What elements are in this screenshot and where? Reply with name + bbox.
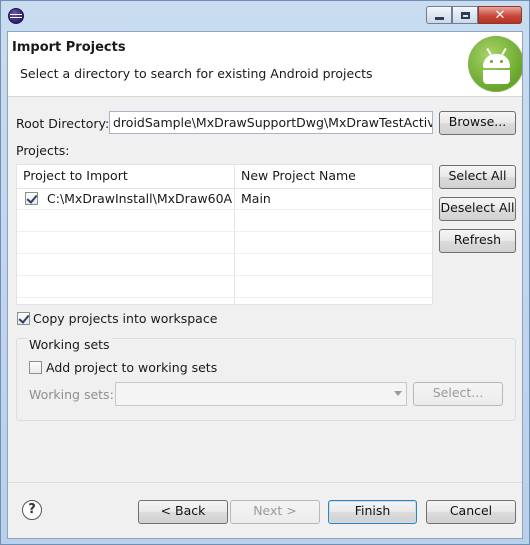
select-all-button[interactable]: Select All	[439, 165, 516, 189]
deselect-all-button[interactable]: Deselect All	[439, 197, 516, 221]
title-bar[interactable]: ✕	[1, 1, 529, 31]
projects-label: Projects:	[16, 143, 70, 158]
projects-table[interactable]: Project to Import New Project Name C:\Mx…	[16, 164, 433, 305]
eclipse-icon	[8, 8, 24, 24]
table-row[interactable]: C:\MxDrawInstall\MxDraw60A... Main	[17, 188, 432, 210]
finish-button[interactable]: Finish	[328, 500, 417, 524]
working-sets-group-title: Working sets	[27, 337, 112, 352]
add-to-working-sets-label[interactable]: Add project to working sets	[46, 360, 217, 375]
project-checkbox[interactable]	[25, 192, 38, 205]
working-sets-select-button[interactable]: Select...	[413, 382, 503, 406]
import-projects-window: ✕ Import Projects Select a directory to …	[0, 0, 530, 545]
checkmark-icon	[18, 312, 30, 324]
copy-projects-label[interactable]: Copy projects into workspace	[33, 311, 217, 326]
page-description: Select a directory to search for existin…	[20, 66, 373, 81]
column-header-project[interactable]: Project to Import	[17, 165, 234, 188]
table-row	[17, 254, 432, 276]
dialog-client-area: Import Projects Select a directory to se…	[7, 31, 523, 539]
minimize-button[interactable]	[426, 6, 452, 24]
copy-projects-checkbox[interactable]	[17, 312, 30, 325]
table-header: Project to Import New Project Name	[17, 165, 432, 189]
window-controls: ✕	[426, 6, 522, 24]
back-button[interactable]: < Back	[138, 500, 228, 524]
maximize-button[interactable]	[452, 6, 478, 24]
refresh-button[interactable]: Refresh	[439, 229, 516, 253]
cancel-button[interactable]: Cancel	[426, 500, 516, 524]
checkmark-icon	[26, 192, 38, 204]
close-button[interactable]: ✕	[478, 6, 522, 24]
page-title: Import Projects	[12, 40, 126, 55]
browse-button[interactable]: Browse...	[439, 111, 516, 135]
minimize-icon	[434, 16, 444, 20]
close-icon: ✕	[494, 7, 506, 23]
working-sets-combo-label: Working sets:	[29, 387, 114, 402]
chevron-down-icon	[394, 391, 402, 396]
column-header-name[interactable]: New Project Name	[235, 165, 432, 188]
working-sets-combo[interactable]	[115, 382, 407, 406]
wizard-banner: Import Projects Select a directory to se…	[8, 32, 522, 97]
next-button[interactable]: Next >	[230, 500, 320, 524]
table-row	[17, 210, 432, 232]
project-path-cell: C:\MxDrawInstall\MxDraw60A...	[47, 191, 232, 206]
add-to-working-sets-checkbox[interactable]	[29, 361, 42, 374]
table-row	[17, 276, 432, 298]
table-row	[17, 232, 432, 254]
working-sets-group: Working sets Add project to working sets…	[16, 337, 516, 421]
project-name-cell[interactable]: Main	[241, 188, 431, 210]
footer-divider	[8, 482, 522, 483]
help-icon[interactable]: ?	[22, 500, 42, 520]
maximize-icon	[460, 11, 470, 19]
root-directory-label: Root Directory:	[16, 116, 110, 131]
android-logo	[468, 36, 522, 92]
root-directory-input[interactable]: droidSample\MxDrawSupportDwg\MxDrawTestA…	[109, 111, 433, 134]
